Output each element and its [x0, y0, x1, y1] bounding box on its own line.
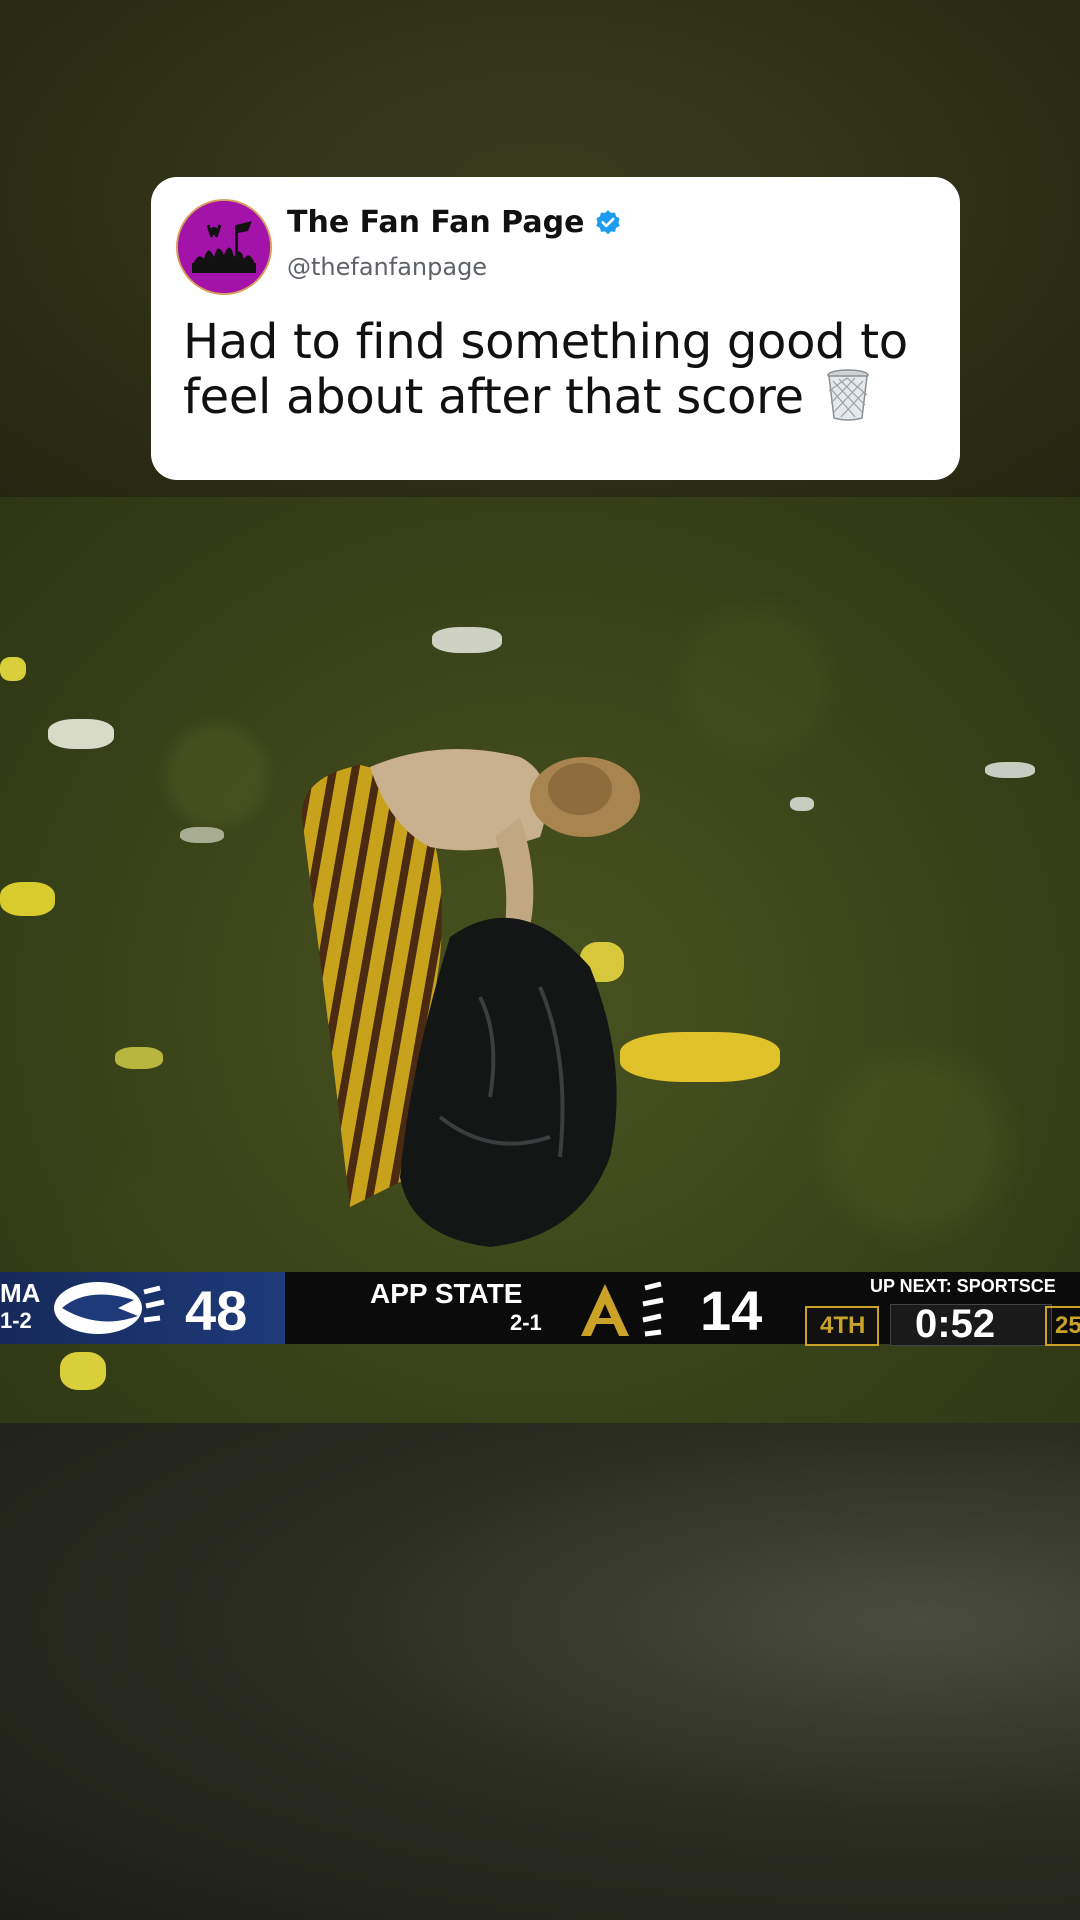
handle[interactable]: @thefanfanpage — [287, 253, 487, 281]
display-name[interactable]: The Fan Fan Page — [287, 205, 584, 240]
home-score: 48 — [185, 1279, 248, 1342]
litter-item — [790, 797, 814, 811]
tweet-text: Had to find something good to feel about… — [183, 315, 943, 424]
litter-item — [60, 1352, 106, 1390]
litter-item — [48, 719, 114, 749]
app-state-logo-icon — [581, 1281, 664, 1337]
litter-item — [115, 1047, 163, 1069]
jaguar-logo-icon — [54, 1282, 165, 1334]
tweet-text-content: Had to find something good to feel about… — [183, 314, 908, 425]
home-record: 1-2 — [0, 1308, 32, 1333]
crowd-logo-icon — [178, 201, 270, 293]
litter-item — [180, 827, 224, 843]
scoreboard: MA 1-2 48 APP STATE 2-1 14 UP NEXT: SPOR… — [0, 1272, 1080, 1346]
home-abbrev: MA — [0, 1278, 41, 1308]
extra-value: 25 — [1055, 1312, 1080, 1339]
away-score: 14 — [700, 1279, 763, 1342]
away-record: 2-1 — [510, 1310, 542, 1335]
quarter-label: 4TH — [820, 1312, 866, 1339]
away-team-name: APP STATE — [370, 1278, 523, 1309]
video-frame[interactable]: MA 1-2 48 APP STATE 2-1 14 UP NEXT: SPOR… — [0, 497, 1080, 1423]
litter-item — [985, 762, 1035, 778]
bottom-background — [0, 1423, 1080, 1920]
litter-item — [0, 882, 55, 916]
wastebasket-icon — [826, 369, 869, 421]
fan-figure — [301, 749, 640, 1247]
litter-item — [432, 627, 502, 653]
verified-badge-icon — [596, 209, 621, 234]
game-clock: 0:52 — [915, 1302, 996, 1346]
litter-item — [0, 657, 26, 681]
tweet-card[interactable]: The Fan Fan Page @thefanfanpage Had to f… — [151, 177, 960, 480]
up-next-label: UP NEXT: SPORTSCE — [870, 1276, 1056, 1296]
avatar[interactable] — [178, 201, 270, 293]
